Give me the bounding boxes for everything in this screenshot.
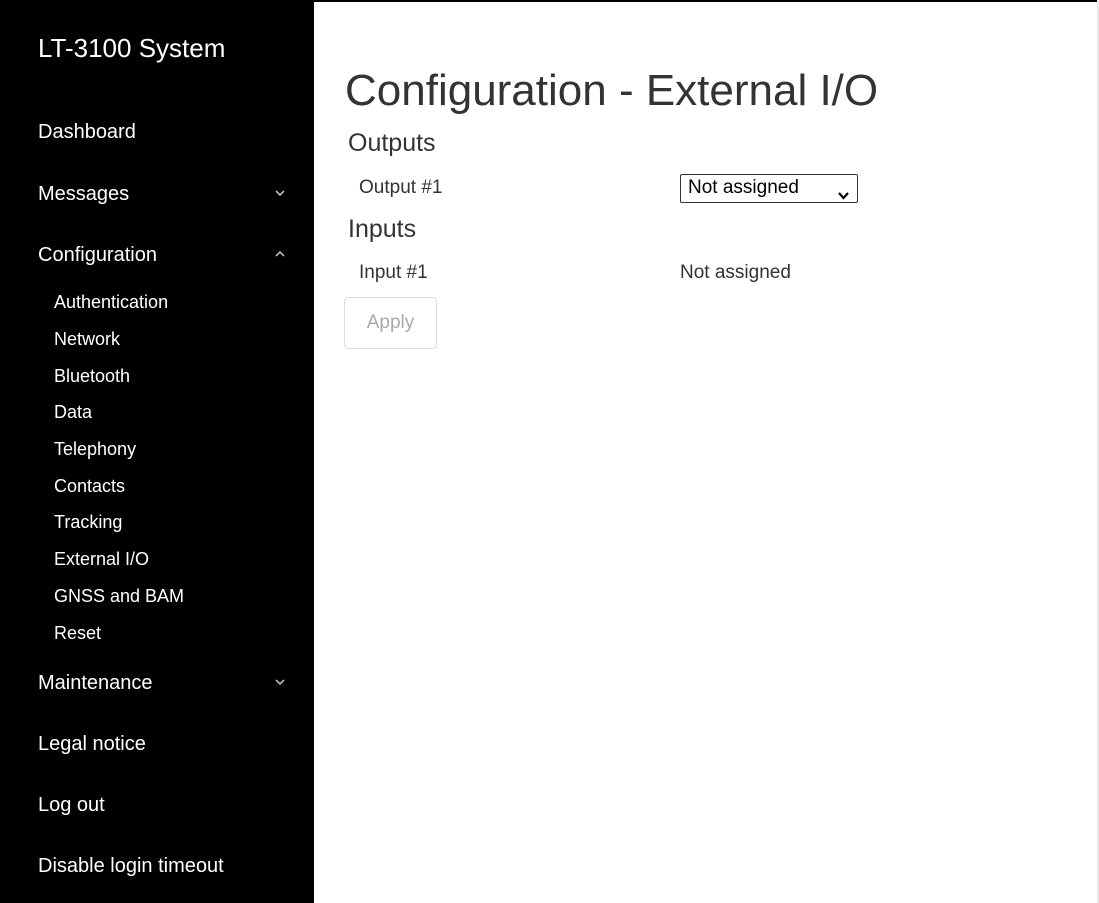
sidebar-item-maintenance[interactable]: Maintenance [38, 671, 288, 695]
sidebar-item-dashboard[interactable]: Dashboard [38, 120, 288, 144]
sidebar-item-label: Log out [38, 794, 105, 816]
chevron-up-icon[interactable] [272, 246, 288, 262]
output-1-selected-value: Not assigned [688, 177, 799, 198]
output-1-label: Output #1 [359, 177, 443, 198]
sidebar-item-label: Disable login timeout [38, 855, 224, 877]
sidebar-item-disable-login-timeout[interactable]: Disable login timeout [38, 854, 288, 878]
sidebar-subitem-telephony[interactable]: Telephony [54, 438, 136, 460]
input-1-value: Not assigned [680, 262, 791, 283]
page-title: Configuration - External I/O [345, 66, 879, 115]
sidebar-subitem-authentication[interactable]: Authentication [54, 291, 168, 313]
sidebar-item-messages[interactable]: Messages [38, 182, 288, 206]
sidebar-subitem-external-io[interactable]: External I/O [54, 548, 149, 570]
sidebar-item-label: Dashboard [38, 121, 136, 143]
chevron-down-icon[interactable] [272, 185, 288, 201]
sidebar-item-label: Legal notice [38, 733, 146, 755]
inputs-heading: Inputs [348, 215, 417, 243]
sidebar-subitem-bluetooth[interactable]: Bluetooth [54, 365, 130, 387]
sidebar-subitem-reset[interactable]: Reset [54, 622, 101, 644]
chevron-down-icon[interactable] [272, 674, 288, 690]
sidebar-item-label: Maintenance [38, 672, 153, 694]
top-border [0, 0, 1099, 2]
sidebar-subitem-contacts[interactable]: Contacts [54, 475, 125, 497]
sidebar-item-configuration[interactable]: Configuration [38, 243, 288, 267]
sidebar-subitem-network[interactable]: Network [54, 328, 120, 350]
apply-button[interactable]: Apply [344, 297, 437, 349]
sidebar: LT-3100 System Dashboard Messages Config… [0, 0, 314, 903]
input-1-label: Input #1 [359, 262, 428, 283]
sidebar-item-log-out[interactable]: Log out [38, 793, 288, 817]
main-content: Configuration - External I/O Outputs Out… [314, 0, 1097, 903]
output-1-select[interactable]: Not assigned [680, 174, 858, 203]
brand-title[interactable]: LT-3100 System [38, 33, 225, 63]
sidebar-subitem-tracking[interactable]: Tracking [54, 511, 122, 533]
chevron-down-icon [837, 183, 850, 209]
sidebar-item-label: Messages [38, 183, 130, 205]
sidebar-item-label: Configuration [38, 244, 157, 266]
sidebar-subitem-data[interactable]: Data [54, 401, 92, 423]
sidebar-item-legal-notice[interactable]: Legal notice [38, 732, 288, 756]
sidebar-subitem-gnss-and-bam[interactable]: GNSS and BAM [54, 585, 184, 607]
app-window: LT-3100 System Dashboard Messages Config… [0, 0, 1099, 903]
outputs-heading: Outputs [348, 129, 436, 157]
